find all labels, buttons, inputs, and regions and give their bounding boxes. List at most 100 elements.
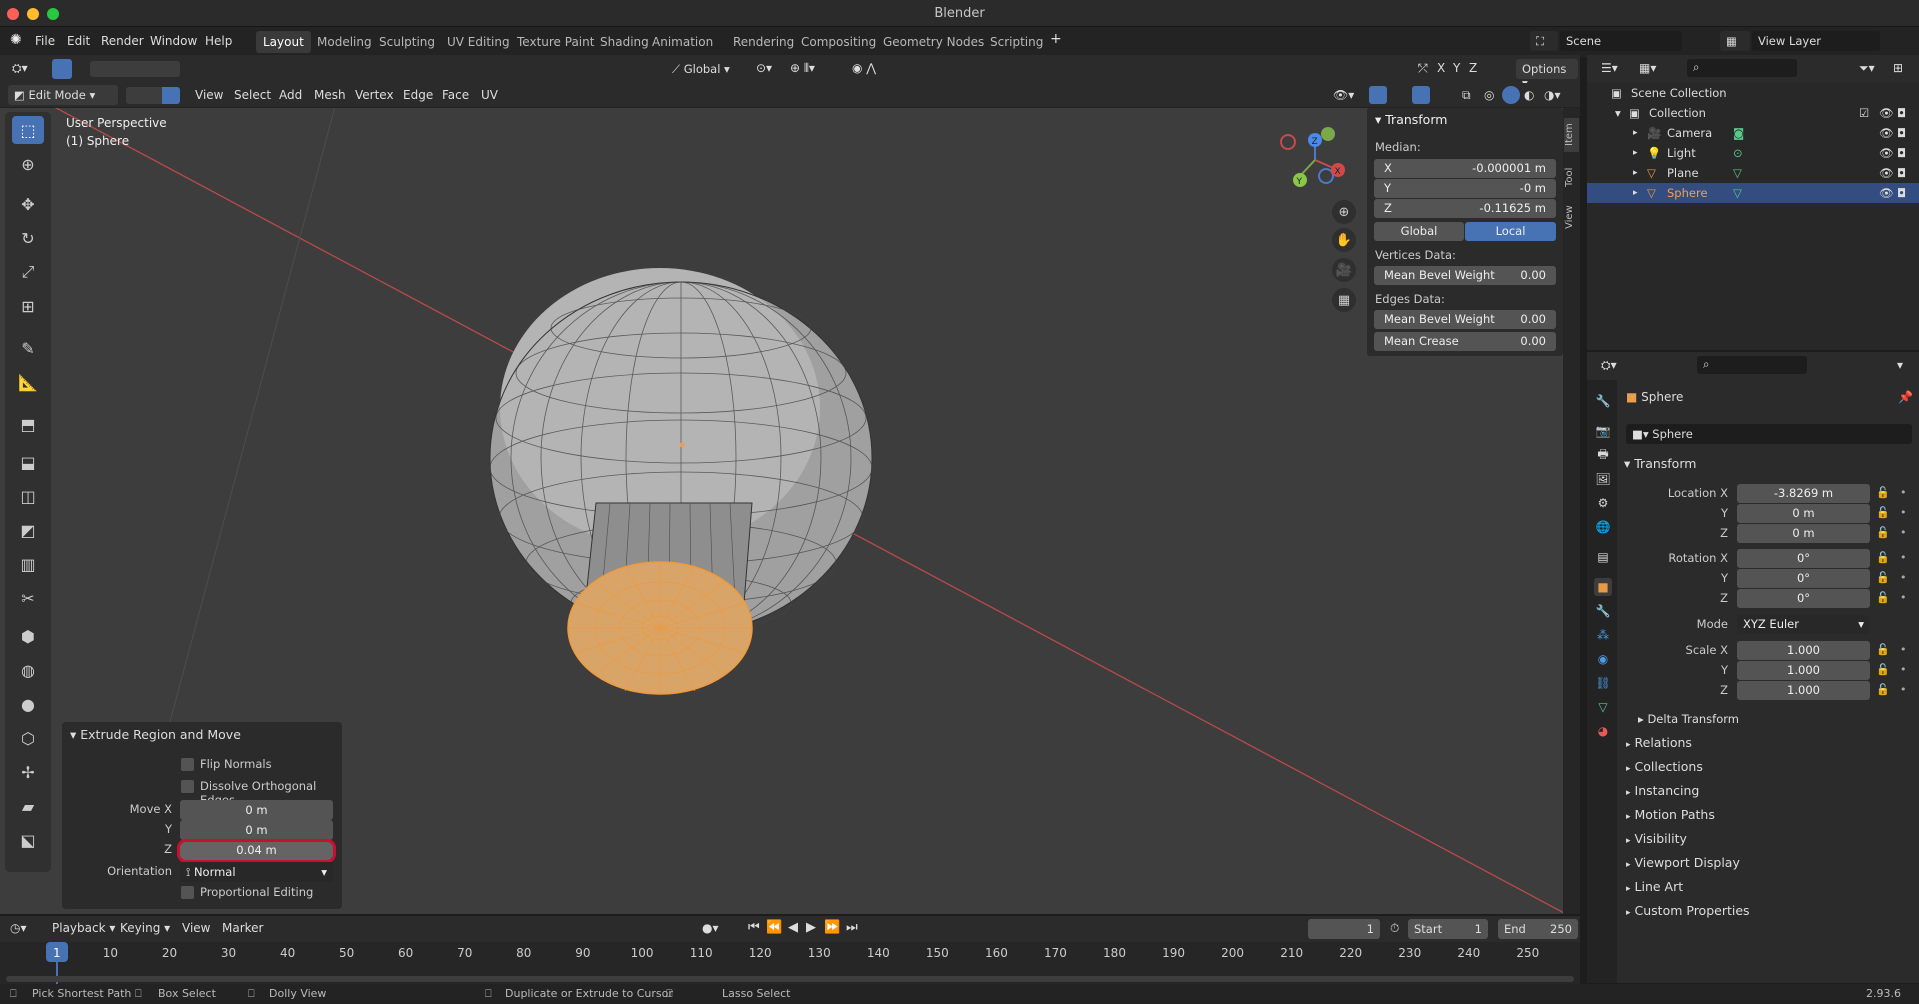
- proportional-editing-icon[interactable]: ◉ ⋀: [852, 61, 876, 75]
- keyframe-dot-icon[interactable]: •: [1900, 506, 1907, 519]
- outliner-item-name[interactable]: Light: [1667, 146, 1696, 160]
- keyframe-dot-icon[interactable]: •: [1900, 571, 1907, 584]
- select-tool-icon[interactable]: [52, 59, 72, 79]
- view-layer-name-field[interactable]: View Layer: [1752, 31, 1880, 51]
- outliner-row-scene-collection[interactable]: ▣ Scene Collection: [1587, 83, 1919, 103]
- outliner-editor-type-icon[interactable]: ☰▾: [1601, 61, 1618, 75]
- properties-options-icon[interactable]: ▾: [1897, 358, 1903, 372]
- expand-arrow-icon[interactable]: ▸: [1633, 168, 1638, 178]
- face-select-mode-button[interactable]: [162, 87, 180, 104]
- smooth-tool-icon[interactable]: ●: [12, 690, 44, 718]
- edge-bevel-weight-field[interactable]: Mean Bevel Weight 0.00: [1374, 310, 1556, 329]
- lock-icon[interactable]: 🔓: [1876, 571, 1890, 584]
- outliner-item-name[interactable]: Plane: [1667, 166, 1699, 180]
- scene-browse-icon[interactable]: ⛶: [1530, 31, 1558, 51]
- mirror-x-toggle[interactable]: X: [1437, 61, 1445, 75]
- add-cube-tool-icon[interactable]: ⬒: [12, 410, 44, 438]
- section-line-art[interactable]: ▸ Line Art: [1626, 879, 1683, 894]
- start-frame-field[interactable]: Start 1: [1408, 919, 1488, 939]
- lock-icon[interactable]: 🔓: [1876, 486, 1890, 499]
- outliner-item-name[interactable]: Sphere: [1667, 186, 1708, 200]
- vertex-bevel-weight-field[interactable]: Mean Bevel Weight 0.00: [1374, 266, 1556, 285]
- timeline-editor-type-icon[interactable]: ◷▾: [10, 921, 27, 935]
- knife-tool-icon[interactable]: ✂: [12, 584, 44, 612]
- location-z-field[interactable]: 0 m: [1737, 524, 1870, 543]
- lock-icon[interactable]: 🔓: [1876, 663, 1890, 676]
- mirror-z-toggle[interactable]: Z: [1469, 61, 1477, 75]
- menu-help[interactable]: Help: [205, 34, 232, 48]
- jump-end-icon[interactable]: ⏭: [846, 920, 858, 935]
- section-collections[interactable]: ▸ Collections: [1626, 759, 1703, 774]
- menu-marker[interactable]: Marker: [222, 921, 263, 935]
- workspace-tab-compositing[interactable]: Compositing: [794, 31, 883, 53]
- snap-icon[interactable]: ⊕ ⫴▾: [790, 61, 815, 76]
- npanel-transform-header[interactable]: ▾ Transform: [1375, 112, 1447, 127]
- camera-render-icon[interactable]: ◘: [1897, 126, 1906, 140]
- object-data-browse-icon[interactable]: ■▾: [1632, 427, 1652, 441]
- scale-x-field[interactable]: 1.000: [1737, 641, 1870, 660]
- outliner-item-name[interactable]: Camera: [1667, 126, 1712, 140]
- flip-normals-checkbox[interactable]: [181, 758, 194, 771]
- menu-window[interactable]: Window: [150, 34, 197, 48]
- mirror-icon[interactable]: ⤱: [1418, 61, 1428, 76]
- rendered-shading-icon[interactable]: ◑▾: [1544, 88, 1561, 102]
- location-y-field[interactable]: 0 m: [1737, 504, 1870, 523]
- eye-icon[interactable]: 👁: [1879, 166, 1894, 180]
- mean-crease-field[interactable]: Mean Crease 0.00: [1374, 332, 1556, 351]
- transform-tool-icon[interactable]: ⊞: [12, 292, 44, 320]
- menu-edit[interactable]: Edit: [67, 34, 90, 48]
- selection-mode-buttons[interactable]: [90, 61, 180, 77]
- menu-timeline-view[interactable]: View: [182, 921, 210, 935]
- cursor-tool-icon[interactable]: ⊕: [12, 150, 44, 178]
- workspace-tab-rendering[interactable]: Rendering: [726, 31, 801, 53]
- view-layer-tab-icon[interactable]: 🖼: [1594, 470, 1612, 488]
- menu-select[interactable]: Select: [234, 88, 271, 102]
- object-tab-icon[interactable]: ■: [1594, 578, 1612, 596]
- constraints-tab-icon[interactable]: ⛓: [1594, 674, 1612, 692]
- workspace-tab-modeling[interactable]: Modeling: [310, 31, 379, 53]
- menu-mesh[interactable]: Mesh: [314, 88, 346, 102]
- wireframe-shading-icon[interactable]: ◎: [1484, 88, 1494, 102]
- play-icon[interactable]: ▶: [806, 920, 816, 935]
- eye-icon[interactable]: 👁: [1879, 106, 1894, 120]
- overlay-toggle-icon[interactable]: [1412, 86, 1430, 104]
- physics-tab-icon[interactable]: ◉: [1594, 650, 1612, 668]
- menu-edge[interactable]: Edge: [403, 88, 433, 102]
- gizmo-toggle-icon[interactable]: [1369, 86, 1387, 104]
- keyframe-dot-icon[interactable]: •: [1900, 486, 1907, 499]
- exclude-checkbox[interactable]: ☑: [1859, 106, 1869, 120]
- properties-search-input[interactable]: ⌕: [1697, 356, 1807, 374]
- workspace-tab-geometry-nodes[interactable]: Geometry Nodes: [876, 31, 991, 53]
- section-instancing[interactable]: ▸ Instancing: [1626, 783, 1699, 798]
- visibility-icon[interactable]: 👁▾: [1333, 88, 1354, 102]
- move-tool-icon[interactable]: ✥: [12, 190, 44, 218]
- object-data-tab-icon[interactable]: ▽: [1594, 698, 1612, 716]
- delta-transform-header[interactable]: ▸ Delta Transform: [1638, 712, 1739, 726]
- ortho-grid-icon[interactable]: ▦: [1332, 288, 1356, 312]
- select-box-tool-icon[interactable]: ⬚: [12, 116, 44, 144]
- rotate-tool-icon[interactable]: ↻: [12, 224, 44, 252]
- solid-shading-icon[interactable]: [1502, 86, 1520, 104]
- scene-tab-icon[interactable]: ⚙: [1594, 494, 1612, 512]
- menu-keying[interactable]: Keying ▾: [120, 921, 170, 935]
- move-z-field[interactable]: 0.04 m: [177, 839, 336, 863]
- section-custom-properties[interactable]: ▸ Custom Properties: [1626, 903, 1750, 918]
- spin-tool-icon[interactable]: ◍: [12, 656, 44, 684]
- annotate-tool-icon[interactable]: ✎: [12, 334, 44, 362]
- pin-icon[interactable]: 📌: [1898, 390, 1913, 404]
- expand-arrow-icon[interactable]: ▸: [1633, 128, 1638, 138]
- properties-editor-type-icon[interactable]: ⛭▾: [1601, 358, 1617, 373]
- lock-icon[interactable]: 🔓: [1876, 591, 1890, 604]
- editor-type-icon[interactable]: ⛭▾: [12, 61, 28, 76]
- xray-icon[interactable]: ⧉: [1462, 88, 1471, 103]
- eye-icon[interactable]: 👁: [1879, 186, 1894, 200]
- keyframe-dot-icon[interactable]: •: [1900, 551, 1907, 564]
- inset-faces-tool-icon[interactable]: ◫: [12, 482, 44, 510]
- outliner-search-input[interactable]: ⌕: [1687, 59, 1797, 77]
- jump-start-icon[interactable]: ⏮: [748, 920, 760, 935]
- section-relations[interactable]: ▸ Relations: [1626, 735, 1692, 750]
- tool-tab-icon[interactable]: 🔧: [1594, 392, 1612, 410]
- play-reverse-icon[interactable]: ◀: [788, 920, 798, 935]
- collection-tab-icon[interactable]: ▤: [1594, 548, 1612, 566]
- shrink-fatten-tool-icon[interactable]: ✢: [12, 758, 44, 786]
